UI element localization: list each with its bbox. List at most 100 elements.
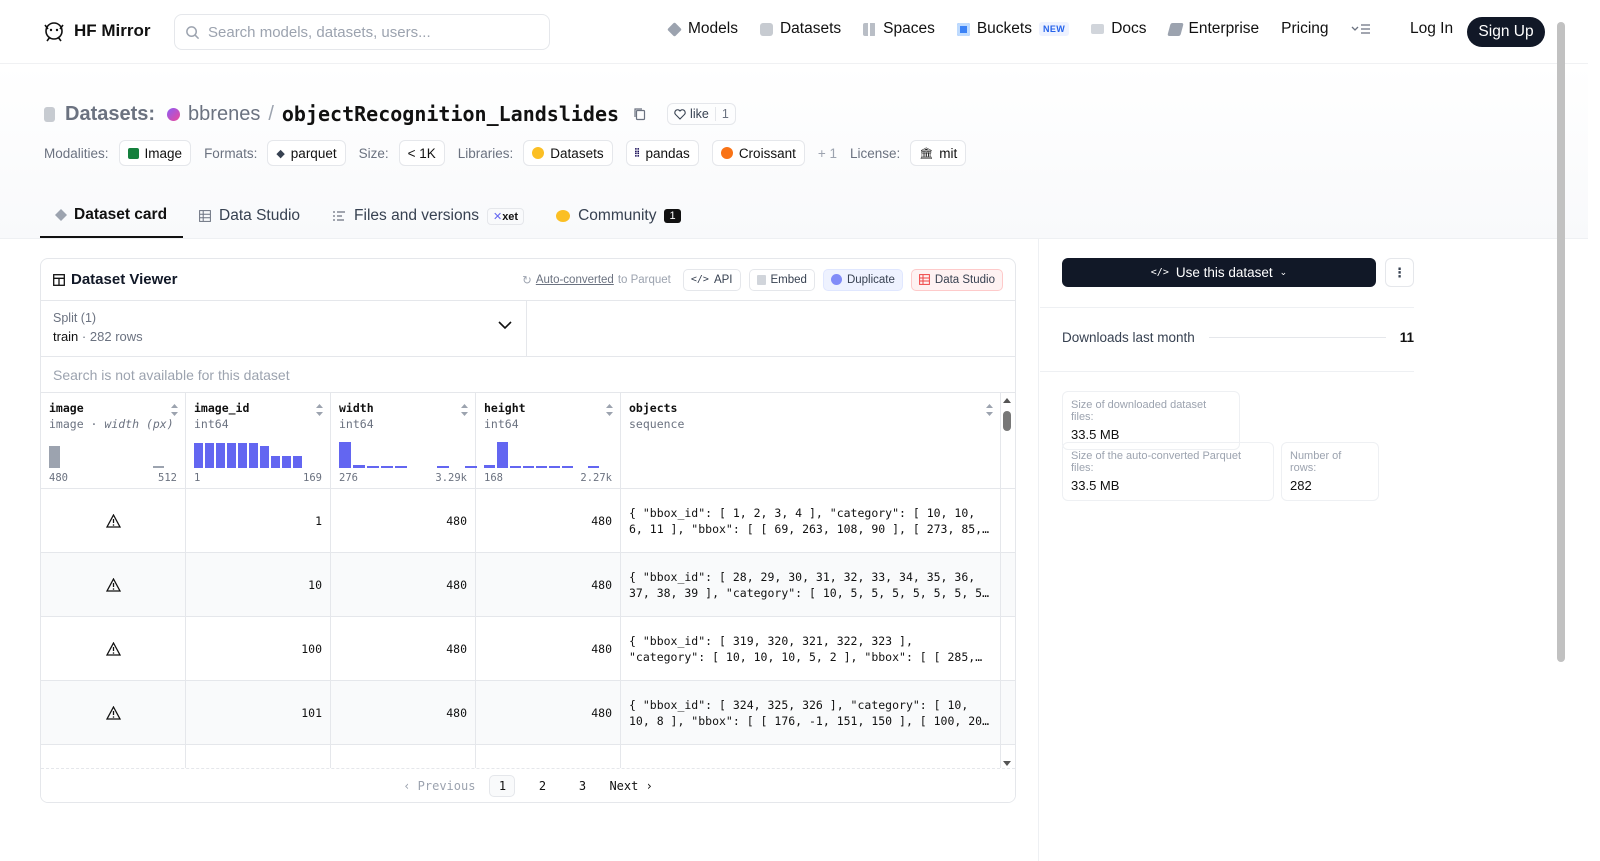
histogram-bar[interactable] bbox=[497, 442, 508, 468]
sort-icon[interactable] bbox=[315, 403, 324, 417]
brand-logo[interactable]: HF Mirror bbox=[42, 19, 151, 43]
embed-button[interactable]: Embed bbox=[748, 268, 815, 291]
viewer-scrollbar[interactable] bbox=[1001, 397, 1013, 769]
height-cell[interactable]: 480 bbox=[476, 617, 621, 680]
auto-converted-link[interactable]: Auto-converted bbox=[536, 274, 614, 286]
histogram-bar[interactable] bbox=[353, 464, 365, 468]
api-button[interactable]: </> API bbox=[682, 268, 741, 291]
previous-page-button[interactable]: ‹ Previous bbox=[403, 779, 475, 793]
histogram-bar[interactable] bbox=[395, 466, 407, 468]
column-height[interactable]: height int64 168 2.27k bbox=[476, 393, 621, 488]
nav-more-menu[interactable] bbox=[1351, 22, 1371, 36]
data-studio-button[interactable]: Data Studio bbox=[910, 268, 1003, 291]
libraries-more[interactable]: + 1 bbox=[818, 146, 837, 161]
library-chip-pandas[interactable]: ⦙⦙ pandas bbox=[625, 140, 699, 166]
tab-community[interactable]: Community 1 bbox=[540, 194, 697, 238]
search-input[interactable] bbox=[208, 23, 528, 41]
histogram-bar[interactable] bbox=[293, 456, 302, 468]
histogram-bar[interactable] bbox=[588, 466, 599, 468]
histogram-bar[interactable] bbox=[282, 456, 291, 468]
objects-cell[interactable]: { "bbox_id": [ 324, 325, 326 ], "categor… bbox=[621, 681, 1001, 744]
image-id-cell[interactable]: 1 bbox=[186, 489, 331, 552]
histogram-bar[interactable] bbox=[238, 443, 247, 468]
sort-icon[interactable] bbox=[170, 403, 179, 417]
objects-cell[interactable]: { "bbox_id": [ 28, 29, 30, 31, 32, 33, 3… bbox=[621, 553, 1001, 616]
histogram-bar[interactable] bbox=[216, 443, 225, 468]
page-1-button[interactable]: 1 bbox=[489, 774, 516, 797]
image-cell[interactable] bbox=[41, 553, 186, 616]
nav-docs[interactable]: Docs bbox=[1091, 20, 1147, 38]
histogram-bar[interactable] bbox=[249, 443, 258, 468]
objects-cell[interactable]: { "bbox_id": [ 1, 2, 3, 4 ], "category":… bbox=[621, 489, 1001, 552]
histogram-bar[interactable] bbox=[194, 443, 203, 468]
column-width[interactable]: width int64 276 3.29k bbox=[331, 393, 477, 488]
column-image-id[interactable]: image_id int64 1 169 bbox=[186, 393, 331, 488]
nav-enterprise[interactable]: Enterprise bbox=[1166, 20, 1259, 38]
nav-buckets[interactable]: Buckets NEW bbox=[956, 20, 1070, 38]
height-cell[interactable]: 480 bbox=[476, 553, 621, 616]
more-options-button[interactable]: ⋮ bbox=[1385, 258, 1414, 287]
split-select[interactable]: Split (1) train · 282 rows bbox=[41, 301, 527, 356]
duplicate-button[interactable]: Duplicate bbox=[822, 268, 903, 291]
width-cell[interactable]: 480 bbox=[331, 489, 476, 552]
histogram-bar[interactable] bbox=[510, 466, 521, 468]
page-3-button[interactable]: 3 bbox=[569, 775, 595, 797]
section-label[interactable]: Datasets: bbox=[65, 103, 155, 126]
histogram-bar[interactable] bbox=[437, 466, 449, 468]
image-id-cell[interactable]: 100 bbox=[186, 617, 331, 680]
histogram-bar[interactable] bbox=[562, 466, 573, 468]
sort-icon[interactable] bbox=[605, 403, 614, 417]
objects-cell[interactable]: { "bbox_id": [ 319, 320, 321, 322, 323 ]… bbox=[621, 617, 1001, 680]
image-id-cell[interactable]: 10 bbox=[186, 553, 331, 616]
column-image[interactable]: image image · width (px) 480 512 bbox=[41, 393, 186, 488]
height-cell[interactable]: 480 bbox=[476, 681, 621, 744]
tab-data-studio[interactable]: Data Studio bbox=[183, 194, 316, 238]
global-search[interactable] bbox=[174, 14, 550, 50]
histogram-bar[interactable] bbox=[205, 443, 214, 468]
height-cell[interactable]: 480 bbox=[476, 489, 621, 552]
tab-dataset-card[interactable]: Dataset card bbox=[40, 194, 184, 238]
modality-chip[interactable]: Image bbox=[118, 140, 192, 166]
nav-datasets[interactable]: Datasets bbox=[759, 20, 841, 38]
histogram-bar[interactable] bbox=[227, 443, 236, 468]
repo-name[interactable]: objectRecognition_Landslides bbox=[282, 102, 619, 126]
histogram-bar[interactable] bbox=[549, 466, 560, 468]
use-dataset-button[interactable]: </> Use this dataset ⌄ bbox=[1062, 258, 1376, 287]
histogram-bar[interactable] bbox=[367, 466, 379, 468]
tab-files[interactable]: Files and versions ✕xet bbox=[316, 194, 540, 238]
nav-pricing[interactable]: Pricing bbox=[1281, 20, 1328, 38]
image-cell[interactable] bbox=[41, 681, 186, 744]
histogram-bar[interactable] bbox=[484, 465, 495, 468]
page-2-button[interactable]: 2 bbox=[529, 775, 555, 797]
histogram-bar[interactable] bbox=[536, 466, 547, 468]
library-chip-croissant[interactable]: Croissant bbox=[711, 140, 805, 166]
owner-link[interactable]: bbrenes bbox=[188, 103, 260, 126]
next-page-button[interactable]: Next › bbox=[609, 779, 652, 793]
image-cell[interactable] bbox=[41, 489, 186, 552]
nav-spaces[interactable]: Spaces bbox=[863, 20, 935, 38]
copy-icon[interactable] bbox=[633, 107, 647, 121]
like-button[interactable]: like 1 bbox=[667, 103, 736, 125]
histogram-bar[interactable] bbox=[153, 466, 164, 468]
histogram-bar[interactable] bbox=[49, 445, 60, 468]
histogram-bar[interactable] bbox=[523, 466, 534, 468]
histogram-bar[interactable] bbox=[271, 456, 280, 468]
sort-icon[interactable] bbox=[985, 403, 994, 417]
image-id-cell[interactable]: 101 bbox=[186, 681, 331, 744]
column-objects[interactable]: objects sequence bbox=[621, 393, 1001, 488]
width-cell[interactable]: 480 bbox=[331, 617, 476, 680]
signup-button[interactable]: Sign Up bbox=[1467, 17, 1545, 47]
license-chip[interactable]: 🏛 mit bbox=[910, 140, 967, 166]
page-scrollbar-thumb[interactable] bbox=[1557, 22, 1565, 662]
size-chip[interactable]: < 1K bbox=[398, 140, 445, 166]
nav-models[interactable]: Models bbox=[667, 20, 738, 38]
histogram-bar[interactable] bbox=[339, 442, 351, 468]
login-button[interactable]: Log In bbox=[1410, 20, 1453, 38]
table-row[interactable]: 10 480 480{ "bbox_id": [ 28, 29, 30, 31, 3… bbox=[41, 553, 1015, 617]
sort-icon[interactable] bbox=[460, 403, 469, 417]
image-cell[interactable] bbox=[41, 617, 186, 680]
histogram-bar[interactable] bbox=[260, 445, 269, 468]
library-chip-datasets[interactable]: Datasets bbox=[523, 140, 613, 166]
table-row[interactable]: 100 480 480{ "bbox_id": [ 319, 320, 321, 3… bbox=[41, 617, 1015, 681]
width-cell[interactable]: 480 bbox=[331, 681, 476, 744]
